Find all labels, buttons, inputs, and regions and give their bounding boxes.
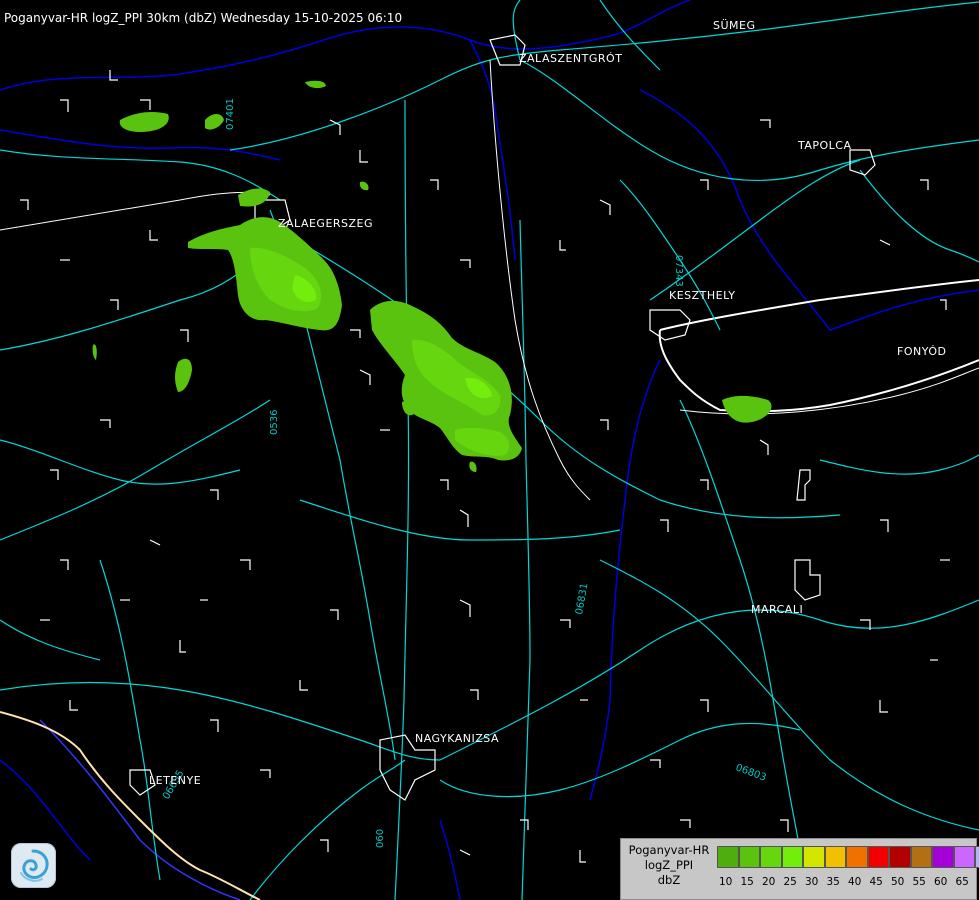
legend-tick-label: 45 (869, 876, 883, 888)
map-title: Poganyvar-HR logZ_PPI 30km (dbZ) Wednesd… (4, 11, 403, 25)
legend-tick-label: 55 (912, 876, 926, 888)
city-sumeg: SÜMEG (713, 19, 756, 32)
legend-swatch (953, 846, 975, 868)
legend-tick-label: 35 (826, 876, 840, 888)
swirl-logo-icon (20, 849, 49, 882)
legend-ticks: 10 15 20 25 30 35 40 45 50 55 60 65 70 (717, 876, 979, 888)
legend-tick-label: 25 (783, 876, 797, 888)
station-code-2: 07343 (673, 255, 684, 287)
station-code-7: 060 (375, 829, 386, 848)
legend-title: Poganyvar-HR logZ_PPI dbZ (621, 843, 717, 888)
legend-swatch (867, 846, 889, 868)
legend-tick-label: 30 (805, 876, 819, 888)
radar-map: 07401 07343 0536 06831 06803 06635 060 (0, 0, 979, 900)
legend-radar-name: Poganyvar-HR (628, 843, 710, 857)
legend-tick-label: 20 (762, 876, 776, 888)
legend-tick-label: 60 (934, 876, 948, 888)
legend-swatch (846, 846, 868, 868)
legend-swatch (760, 846, 782, 868)
city-keszthely: KESZTHELY (669, 289, 736, 302)
legend-swatch (889, 846, 911, 868)
city-marcali: MARCALI (751, 603, 804, 616)
legend-swatch (781, 846, 803, 868)
legend-swatch (910, 846, 932, 868)
city-zalaszentgrot: ZALASZENTGRÓT (519, 52, 623, 65)
legend-swatch (803, 846, 825, 868)
legend-swatch (824, 846, 846, 868)
city-fonyod: FONYÓD (897, 345, 947, 358)
legend-swatch (717, 846, 739, 868)
legend-tick-label: 50 (891, 876, 905, 888)
station-code-3: 0536 (269, 410, 280, 435)
legend-tick-label: 40 (848, 876, 862, 888)
color-legend: Poganyvar-HR logZ_PPI dbZ 10 15 20 25 30 35 40… (620, 838, 979, 900)
legend-swatch (932, 846, 954, 868)
service-logo (11, 843, 56, 888)
city-zalaegerszeg: ZALAEGERSZEG (278, 217, 374, 230)
city-tapolca: TAPOLCA (798, 139, 852, 152)
legend-tick-label: 10 (719, 876, 733, 888)
legend-tick-label: 70 (975, 876, 979, 888)
city-letenye: LETENYE (149, 774, 202, 787)
station-code-1: 07401 (225, 98, 236, 130)
city-nagykanizsa: NAGYKANIZSA (415, 732, 500, 745)
legend-product-name: logZ_PPI (644, 858, 694, 872)
legend-swatch (975, 846, 979, 868)
legend-swatches (717, 846, 979, 868)
legend-unit: dbZ (657, 873, 681, 887)
legend-tick-label: 15 (740, 876, 754, 888)
legend-tick-label: 65 (955, 876, 969, 888)
legend-swatch (738, 846, 760, 868)
